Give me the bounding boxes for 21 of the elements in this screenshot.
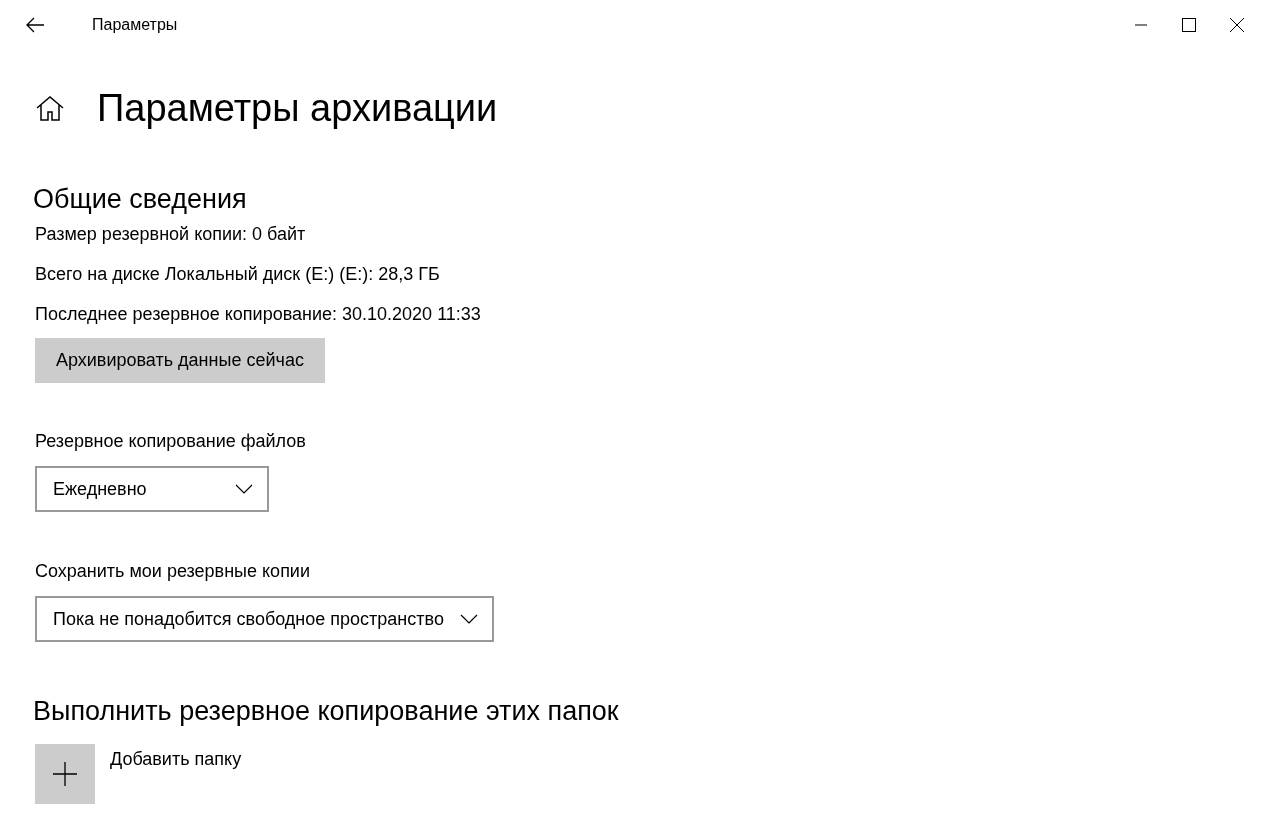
chevron-down-icon — [459, 614, 478, 624]
back-icon[interactable] — [25, 17, 45, 33]
close-icon[interactable] — [1230, 18, 1244, 32]
chevron-down-icon — [234, 484, 253, 494]
maximize-icon[interactable] — [1182, 18, 1196, 32]
info-text: Всего на диске Локальный диск (E:) (E:): 28,3 ГБ — [35, 263, 441, 285]
dropdown[interactable]: Пока не понадобится свободное пространство — [35, 596, 494, 642]
info-text: Размер резервной копии: 0 байт — [35, 223, 307, 245]
home-icon[interactable] — [35, 95, 65, 121]
section-heading: Выполнить резервное копирование этих папок — [33, 698, 620, 725]
section-heading: Общие сведения — [33, 186, 248, 213]
backup-now-button[interactable]: Архивировать данные сейчас — [35, 338, 325, 383]
window-title: Параметры — [92, 15, 178, 35]
plus-icon — [53, 762, 77, 786]
page-title: Параметры архивации — [97, 89, 498, 127]
add-folder-label[interactable]: Добавить папку — [110, 750, 242, 804]
dropdown[interactable]: Ежедневно — [35, 466, 269, 512]
add-folder-button[interactable] — [35, 744, 95, 804]
setting-label: Резервное копирование файлов — [35, 430, 307, 452]
info-text: Последнее резервное копирование: 30.10.2020 11:33 — [35, 303, 482, 325]
setting-label: Сохранить мои резервные копии — [35, 560, 311, 582]
